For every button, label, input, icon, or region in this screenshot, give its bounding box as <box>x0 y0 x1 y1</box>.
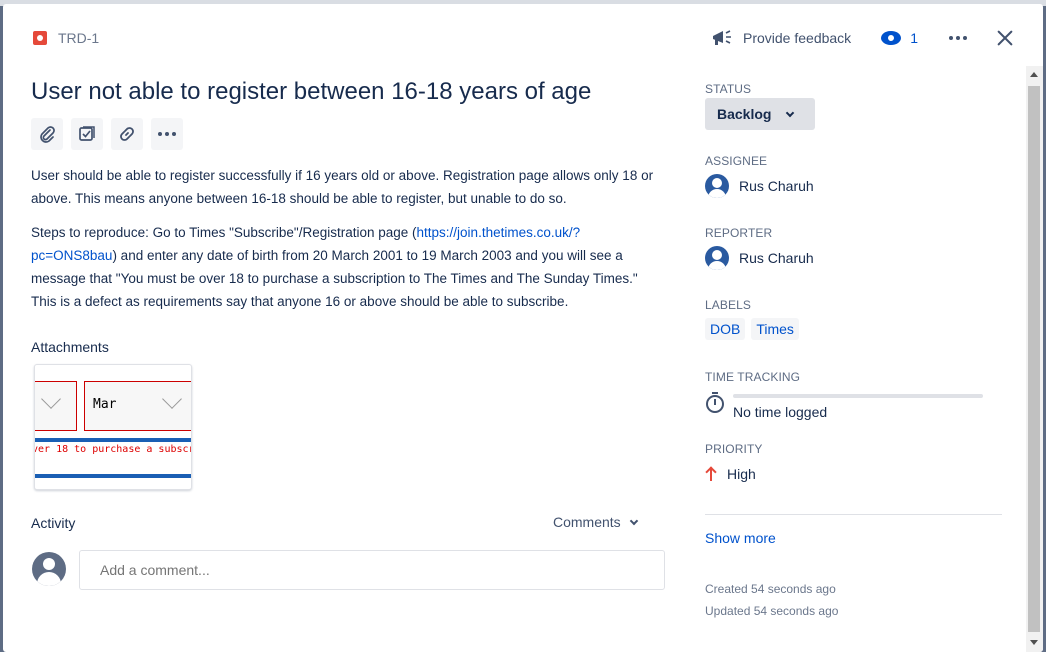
avatar <box>705 174 729 198</box>
assignee-name: Rus Charuh <box>739 178 814 194</box>
link-issue-button[interactable] <box>111 118 143 150</box>
watch-button[interactable]: 1 <box>881 30 918 46</box>
reporter-field[interactable]: Rus Charuh <box>705 246 814 270</box>
thumbnail-error-text: ver 18 to purchase a subscriptio <box>35 444 191 455</box>
thumbnail-divider <box>35 474 191 478</box>
add-comment-input[interactable] <box>79 550 665 590</box>
provide-feedback-button[interactable]: Provide feedback <box>711 28 851 48</box>
issue-key-breadcrumb[interactable]: TRD-1 <box>33 30 99 46</box>
watchers-count: 1 <box>910 30 918 46</box>
more-dot <box>158 132 162 136</box>
more-icon <box>158 132 176 136</box>
labels-label: LABELS <box>705 298 751 312</box>
more-dot <box>165 132 169 136</box>
attachment-thumbnail[interactable]: Mar ver 18 to purchase a subscriptio <box>34 364 192 490</box>
time-tracking-label: TIME TRACKING <box>705 370 801 384</box>
thumbnail-select-box <box>35 381 77 431</box>
scroll-up-arrow-icon[interactable] <box>1030 72 1038 77</box>
time-tracking-info: No time logged <box>733 392 983 420</box>
thumbnail-select-text: Mar <box>93 397 117 412</box>
avatar <box>705 246 729 270</box>
more-dot <box>172 132 176 136</box>
reporter-name: Rus Charuh <box>739 250 814 266</box>
attachments-heading: Attachments <box>31 339 109 355</box>
chevron-down-icon <box>162 389 182 409</box>
updated-timestamp: Updated 54 seconds ago <box>705 604 839 618</box>
issue-modal: TRD-1 Provide feedback 1 User not able t… <box>3 4 1043 652</box>
created-timestamp: Created 54 seconds ago <box>705 582 836 596</box>
bug-icon <box>33 31 47 45</box>
time-tracking-value: No time logged <box>733 404 828 420</box>
label-chip[interactable]: Times <box>751 318 799 340</box>
label-chip[interactable]: DOB <box>705 318 746 340</box>
show-more-link[interactable]: Show more <box>705 530 776 546</box>
sidebar-divider <box>705 514 1002 515</box>
assignee-label: ASSIGNEE <box>705 154 768 168</box>
checklist-icon <box>79 126 95 141</box>
avatar-head <box>43 558 55 570</box>
more-actions-button[interactable] <box>948 36 971 40</box>
description-paragraph: User should be able to register successf… <box>31 168 654 206</box>
header-actions: Provide feedback 1 <box>711 26 1015 50</box>
more-dot <box>955 36 960 40</box>
priority-label: PRIORITY <box>705 442 763 456</box>
more-toolbar-button[interactable] <box>151 118 183 150</box>
time-tracking-field[interactable]: No time logged <box>705 392 983 420</box>
activity-filter-label: Comments <box>553 514 621 530</box>
time-tracking-bar <box>733 394 983 398</box>
current-user-avatar <box>32 552 66 586</box>
issue-description[interactable]: User should be able to register successf… <box>31 164 661 313</box>
link-icon <box>120 127 134 141</box>
chevron-down-icon <box>786 108 795 117</box>
megaphone-icon <box>713 30 731 45</box>
description-text: Steps to reproduce: Go to Times "Subscri… <box>31 225 417 240</box>
scrollbar-thumb[interactable] <box>1028 86 1040 632</box>
attach-icon <box>40 126 55 143</box>
more-dot <box>948 36 953 40</box>
assignee-field[interactable]: Rus Charuh <box>705 174 814 198</box>
provide-feedback-label: Provide feedback <box>743 30 852 46</box>
eye-icon <box>881 31 902 45</box>
avatar-body <box>37 572 61 586</box>
priority-field[interactable]: High <box>705 466 756 482</box>
priority-high-icon <box>705 467 717 481</box>
chevron-down-icon <box>41 389 61 409</box>
close-icon[interactable] <box>995 28 1015 48</box>
stopwatch-icon <box>705 392 725 414</box>
reporter-label: REPORTER <box>705 226 773 240</box>
issue-key[interactable]: TRD-1 <box>58 30 99 46</box>
chevron-down-icon <box>629 516 638 525</box>
activity-heading: Activity <box>31 515 76 531</box>
issue-title[interactable]: User not able to register between 16-18 … <box>31 78 591 106</box>
add-subtask-button[interactable] <box>71 118 103 150</box>
status-value: Backlog <box>717 106 772 122</box>
description-paragraph: Steps to reproduce: Go to Times "Subscri… <box>31 221 661 313</box>
status-dropdown[interactable]: Backlog <box>705 98 815 130</box>
attach-button[interactable] <box>31 118 63 150</box>
more-dot <box>962 36 967 40</box>
scrollbar[interactable] <box>1026 66 1043 652</box>
priority-value: High <box>727 466 756 482</box>
labels-field[interactable]: DOB Times <box>705 318 799 340</box>
issue-toolbar <box>31 118 183 150</box>
activity-filter-dropdown[interactable]: Comments <box>553 514 638 530</box>
thumbnail-divider <box>35 438 191 442</box>
scroll-down-arrow-icon[interactable] <box>1030 640 1038 645</box>
description-text: ) and enter any date of birth from 20 Ma… <box>31 248 638 309</box>
status-label: STATUS <box>705 82 752 96</box>
